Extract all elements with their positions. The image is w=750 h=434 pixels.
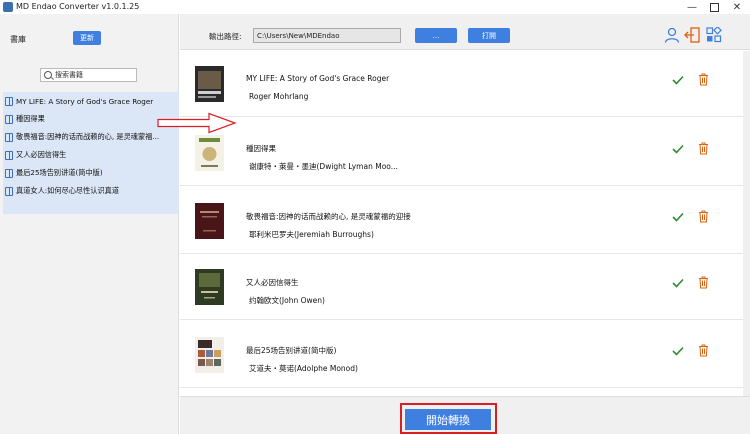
apps-icon[interactable] (706, 27, 722, 43)
book-list-item-label: 最后25场告别讲道(简中版) (16, 168, 103, 177)
check-icon (672, 144, 684, 154)
book-author: 耶利米巴罗夫(Jeremiah Burroughs) (249, 230, 374, 239)
book-cover (195, 66, 224, 102)
book-author: 艾道夫・莫诺(Adolphe Monod) (249, 364, 358, 373)
book-author: Roger Mohrlang (249, 92, 309, 101)
book-author: 谢康特・萊曼・墨迪(Dwight Lyman Moo... (249, 162, 398, 171)
search-icon (44, 71, 52, 79)
book-list-item[interactable]: 最后25场告别讲道(简中版) (3, 164, 179, 182)
book-cover (195, 203, 224, 239)
search-input[interactable] (55, 71, 135, 79)
check-icon (672, 346, 684, 356)
book-list-item-label: MY LIFE: A Story of God's Grace Roger (16, 96, 154, 106)
scrollbar[interactable] (743, 51, 750, 396)
book-cover (195, 135, 224, 171)
book-title: 又人必因信得生 (246, 278, 299, 287)
check-icon (672, 75, 684, 85)
trash-icon[interactable] (698, 142, 709, 155)
book-icon (5, 150, 13, 160)
maximize-icon[interactable] (704, 0, 724, 14)
book-list-item[interactable]: 種因得果 (3, 110, 179, 128)
book-icon (5, 186, 13, 196)
window-title: MD Endao Converter v1.0.1.25 (16, 2, 140, 11)
trash-icon[interactable] (698, 344, 709, 357)
output-path-label: 輸出路徑: (209, 32, 242, 41)
book-title: 種因得果 (246, 144, 276, 153)
book-icon (5, 114, 13, 124)
minimize-icon[interactable]: — (682, 0, 702, 14)
book-row: 最后25场告别讲道(简中版) 艾道夫・莫诺(Adolphe Monod) (180, 322, 743, 388)
annotation-arrow (157, 112, 237, 134)
book-row: 敬畏福音:因神的话而战赖的心, 是灵魂蒙福的迎接 耶利米巴罗夫(Jeremiah… (180, 188, 743, 254)
title-bar: MD Endao Converter v1.0.1.25 — ✕ (0, 0, 750, 14)
book-title: MY LIFE: A Story of God's Grace Roger (246, 74, 390, 83)
book-title: 敬畏福音:因神的话而战赖的心, 是灵魂蒙福的迎接 (246, 212, 411, 221)
book-list-item-label: 種因得果 (16, 114, 45, 123)
book-list-item-label: 又人必因信得生 (16, 150, 67, 159)
refresh-button[interactable]: 更新 (73, 31, 101, 45)
app-logo-icon (3, 2, 13, 12)
logout-icon[interactable] (684, 27, 700, 43)
library-label: 書庫 (10, 35, 26, 44)
user-icon[interactable] (664, 27, 680, 43)
book-list-item[interactable]: 敬畏福音:因神的话而战赖的心, 是灵魂蒙福... (3, 128, 179, 146)
check-icon (672, 212, 684, 222)
book-cover (195, 269, 224, 305)
trash-icon[interactable] (698, 73, 709, 86)
book-icon (5, 132, 13, 142)
book-list: MY LIFE: A Story of God's Grace Roger 種因… (3, 92, 179, 214)
search-box[interactable] (40, 68, 137, 82)
close-icon[interactable]: ✕ (727, 0, 747, 14)
book-list-item-label: 敬畏福音:因神的话而战赖的心, 是灵魂蒙福... (16, 132, 160, 141)
book-icon (5, 96, 13, 106)
book-author: 约翰欧文(John Owen) (249, 296, 325, 305)
book-icon (5, 168, 13, 178)
book-row: MY LIFE: A Story of God's Grace Roger Ro… (180, 51, 743, 117)
output-path-field[interactable] (253, 28, 401, 43)
footer-bar: 開始轉換 (180, 396, 750, 434)
book-list-item[interactable]: 又人必因信得生 (3, 146, 179, 164)
browse-button[interactable]: ... (415, 28, 457, 43)
toolbar: 輸出路徑: ... 打開 (180, 14, 750, 50)
book-list-item-label: 真道女人:如何尽心尽性认识真道 (16, 186, 120, 195)
open-folder-button[interactable]: 打開 (468, 28, 510, 43)
book-cover (195, 337, 224, 373)
book-list-item[interactable]: MY LIFE: A Story of God's Grace Roger (3, 92, 179, 110)
book-queue-list: MY LIFE: A Story of God's Grace Roger Ro… (180, 51, 743, 396)
trash-icon[interactable] (698, 210, 709, 223)
book-row: 種因得果 谢康特・萊曼・墨迪(Dwight Lyman Moo... (180, 120, 743, 186)
main-panel: 輸出路徑: ... 打開 MY LIFE: A Sto (180, 14, 750, 434)
book-list-item[interactable]: 真道女人:如何尽心尽性认识真道 (3, 182, 179, 200)
trash-icon[interactable] (698, 276, 709, 289)
check-icon (672, 278, 684, 288)
book-title: 最后25场告别讲道(简中版) (246, 346, 337, 355)
start-convert-button[interactable]: 開始轉換 (405, 409, 491, 430)
book-row: 又人必因信得生 约翰欧文(John Owen) (180, 254, 743, 320)
sidebar: 書庫 更新 MY LIFE: A Story of God's Grace Ro… (0, 14, 179, 434)
